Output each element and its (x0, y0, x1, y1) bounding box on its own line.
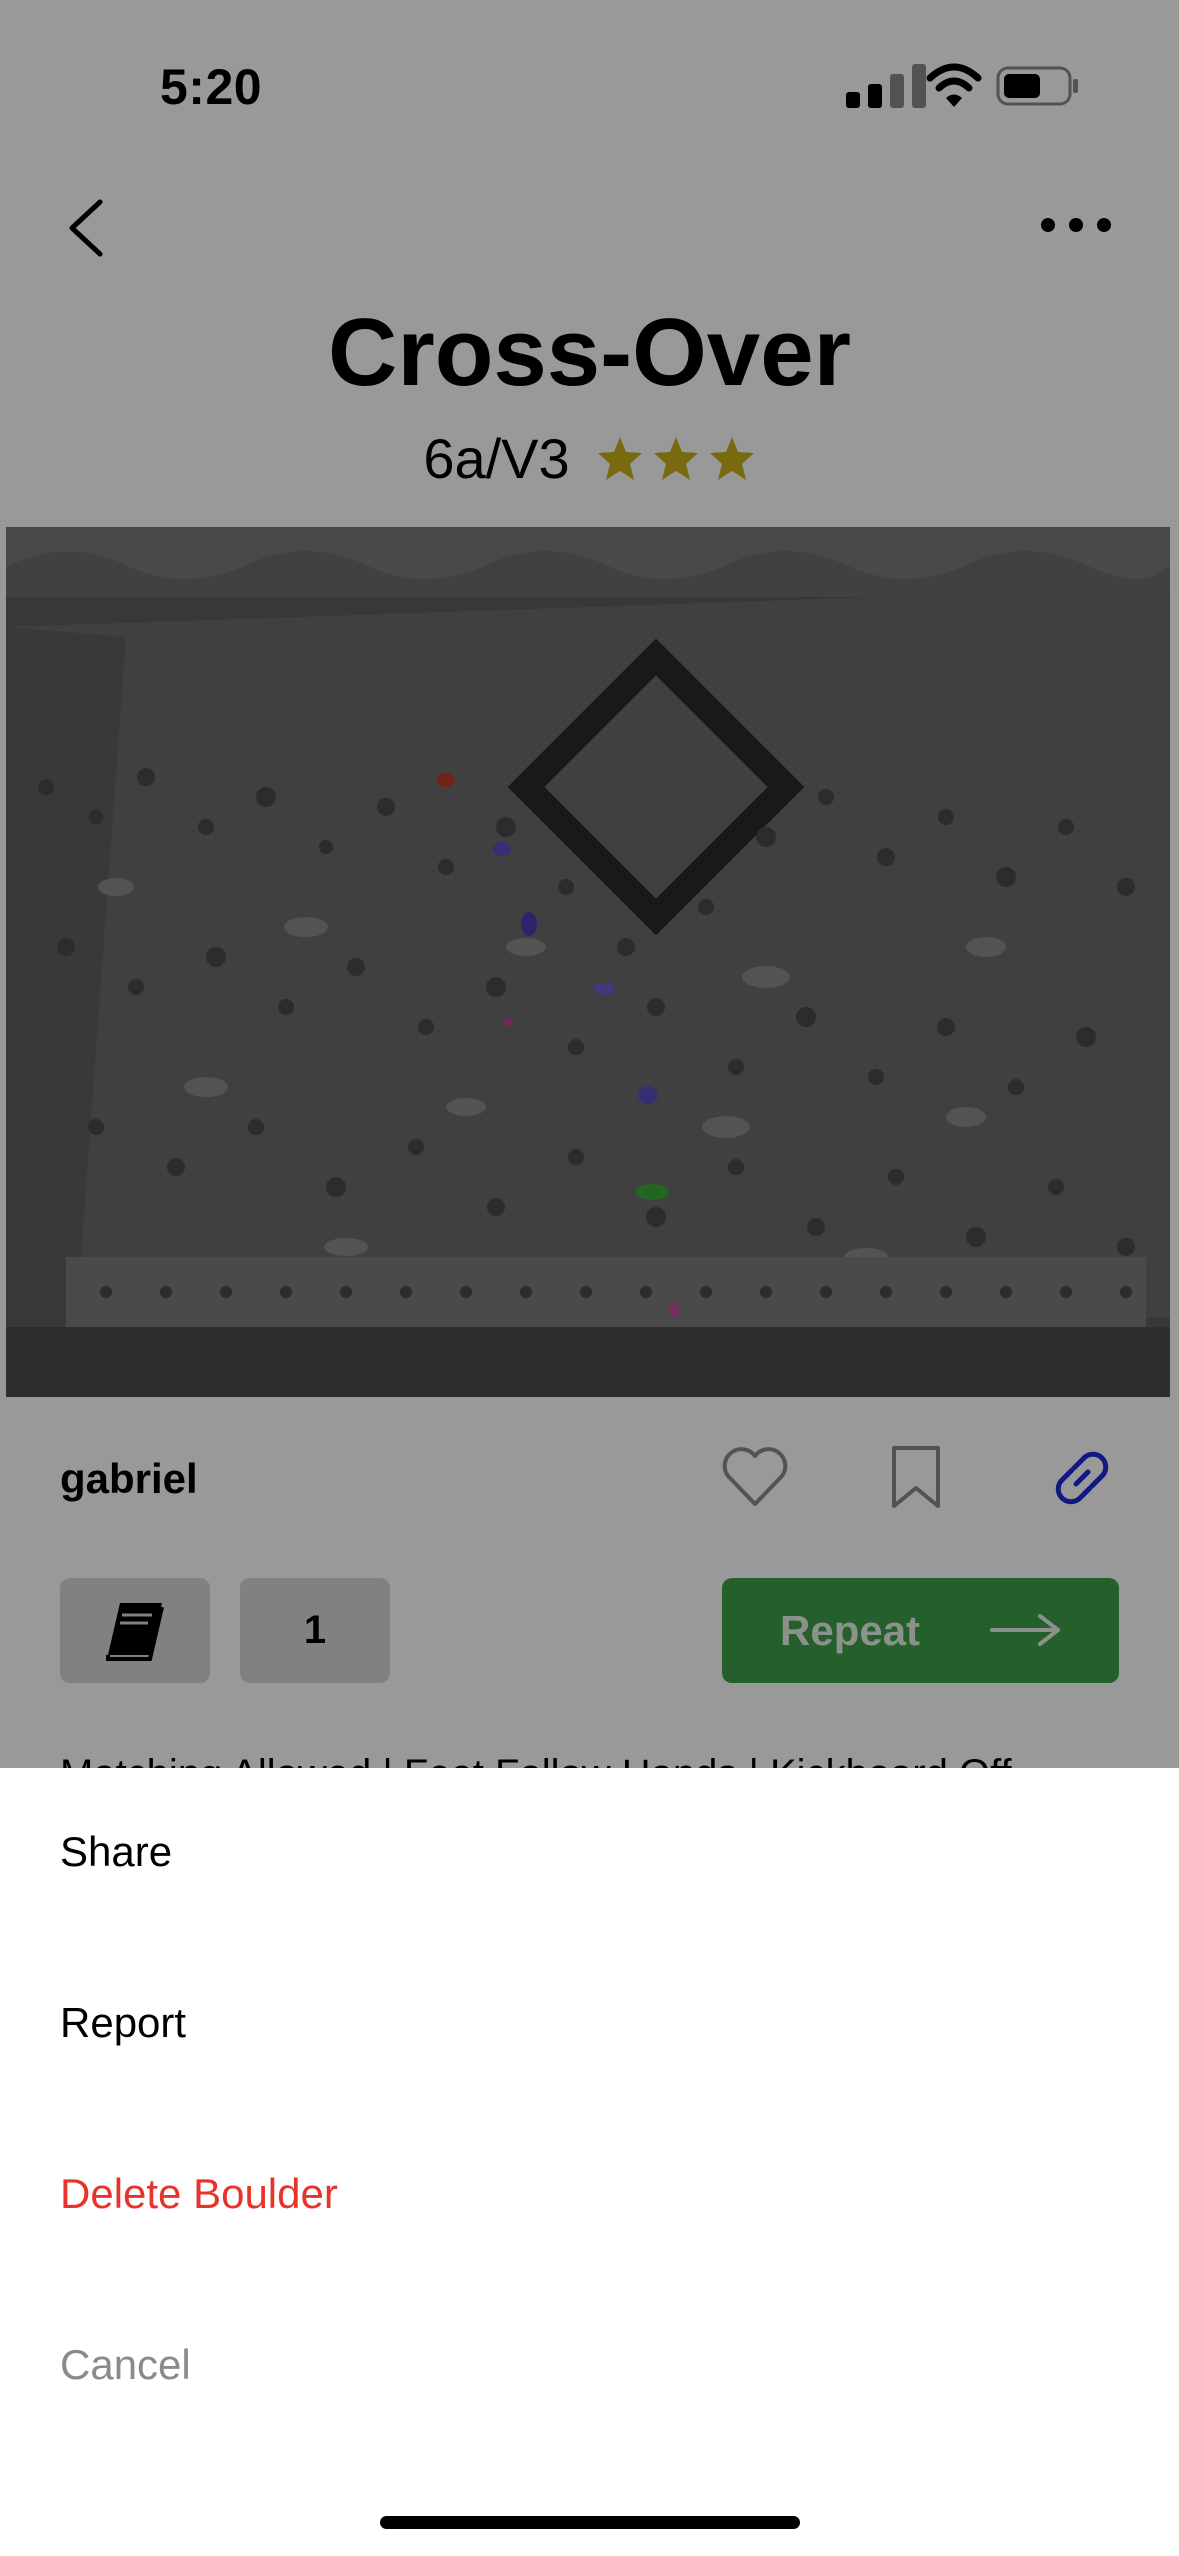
dim-overlay[interactable] (0, 0, 1179, 1768)
home-indicator (380, 2516, 800, 2529)
share-option[interactable]: Share (60, 1828, 172, 1876)
cancel-option[interactable]: Cancel (60, 2341, 191, 2389)
action-sheet: Share Report Delete Boulder Cancel (0, 1768, 1179, 2556)
report-option[interactable]: Report (60, 1999, 186, 2047)
boulder-detail-screen: 5:20 Cross-Over 6a/V3 gabriel 1 Repeat S… (0, 0, 1179, 2556)
delete-boulder-option[interactable]: Delete Boulder (60, 2170, 338, 2218)
